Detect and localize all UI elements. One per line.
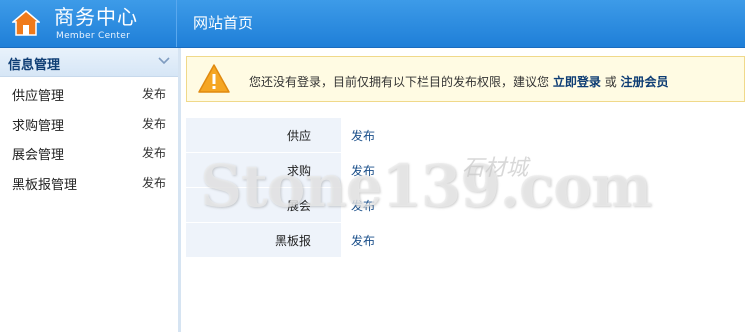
permission-name: 供应 [186, 118, 341, 153]
publish-link[interactable]: 发布 [341, 118, 745, 153]
chevron-down-icon[interactable] [158, 56, 170, 66]
watermark: Stone139.com [200, 152, 652, 220]
table-row: 供应 发布 [186, 118, 745, 153]
publish-link[interactable]: 发布 [341, 222, 745, 258]
notice-message: 您还没有登录，目前仅拥有以下栏目的发布权限，建议您 立即登录 或 注册会员 [249, 73, 669, 90]
register-link[interactable]: 注册会员 [621, 75, 669, 89]
sidebar-item-publish[interactable]: 发布 [142, 115, 166, 132]
sidebar-section-header[interactable]: 信息管理 [0, 48, 178, 77]
app-subtitle: Member Center [56, 31, 131, 41]
app-title: 商务中心 [54, 5, 138, 29]
sidebar-item-label[interactable]: 黑板报管理 [12, 174, 77, 193]
notice-text: 您还没有登录，目前仅拥有以下栏目的发布权限，建议您 [249, 75, 550, 89]
sidebar-item-publish[interactable]: 发布 [142, 144, 166, 161]
home-icon [12, 10, 40, 36]
brand[interactable]: 商务中心 Member Center [0, 0, 177, 47]
sidebar-item-bulletin: 黑板报管理 发布 [0, 166, 178, 196]
or-text: 或 [604, 75, 617, 89]
sidebar-item-label[interactable]: 展会管理 [12, 144, 64, 163]
sidebar-item-supply: 供应管理 发布 [0, 77, 178, 107]
table-row: 黑板报 发布 [186, 222, 745, 258]
sidebar-item-label[interactable]: 供应管理 [12, 85, 64, 104]
sidebar-item-exhibition: 展会管理 发布 [0, 136, 178, 166]
login-link[interactable]: 立即登录 [553, 75, 601, 89]
sidebar-item-publish[interactable]: 发布 [142, 85, 166, 102]
sidebar-item-label[interactable]: 求购管理 [12, 115, 64, 134]
top-bar: 商务中心 Member Center 网站首页 [0, 0, 745, 48]
sidebar-item-publish[interactable]: 发布 [142, 174, 166, 191]
sidebar-item-purchase: 求购管理 发布 [0, 107, 178, 137]
permission-name: 黑板报 [186, 222, 341, 258]
sidebar-section-label: 信息管理 [8, 58, 61, 73]
watermark-cn: 石材城 [462, 156, 529, 181]
nav-home-link[interactable]: 网站首页 [193, 13, 253, 33]
sidebar: 信息管理 供应管理 发布 求购管理 发布 展会管理 发布 黑板报管理 发布 [0, 48, 181, 332]
warning-icon [198, 64, 230, 93]
login-notice: 您还没有登录，目前仅拥有以下栏目的发布权限，建议您 立即登录 或 注册会员 [186, 56, 745, 102]
